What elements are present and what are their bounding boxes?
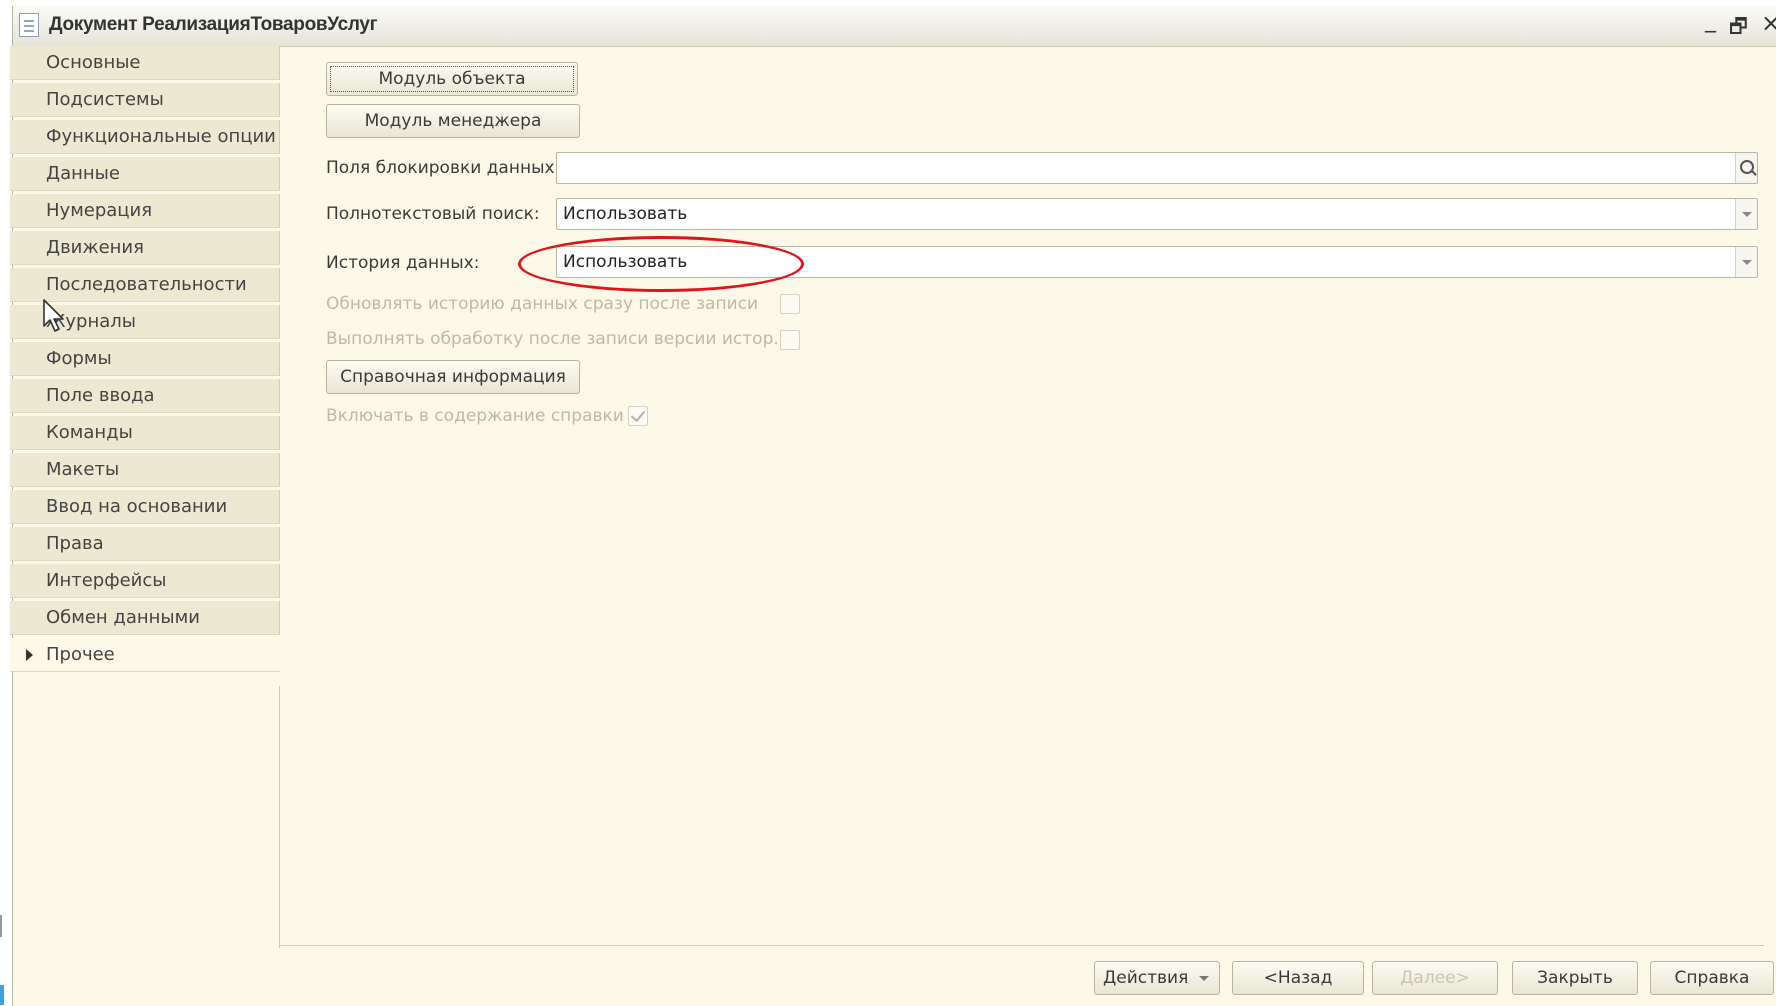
minimize-icon[interactable]: _ [1705,8,1716,33]
next-button[interactable]: Далее> [1372,961,1498,995]
sidebar-item-subsystems[interactable]: Подсистемы [10,83,280,117]
sidebar-item-interfaces[interactable]: Интерфейсы [10,564,280,598]
help-info-button[interactable]: Справочная информация [326,360,580,394]
content-divider [280,945,1764,946]
chevron-down-icon[interactable] [1735,247,1757,277]
edge-artifact [0,915,2,937]
process-after-write-label: Выполнять обработку после записи версии … [326,329,790,349]
triangle-right-icon [26,649,33,661]
manager-module-button[interactable]: Модуль менеджера [326,104,580,138]
include-in-help-checkbox[interactable] [628,406,648,426]
sidebar-item-commands[interactable]: Команды [10,416,280,450]
update-history-checkbox[interactable] [780,294,800,314]
restore-icon[interactable]: 🗗 [1729,12,1748,46]
sidebar-item-main[interactable]: Основные [10,46,280,80]
title-bar: Документ РеализацияТоваровУслуг _ 🗗 × [13,6,1776,47]
sidebar-item-sequences[interactable]: Последовательности [10,268,280,302]
close-button[interactable]: Закрыть [1512,961,1638,995]
sidebar-item-forms[interactable]: Формы [10,342,280,376]
close-icon[interactable]: × [1761,9,1776,37]
sidebar-item-input-field[interactable]: Поле ввода [10,379,280,413]
sidebar-item-templates[interactable]: Макеты [10,453,280,487]
window-title: Документ РеализацияТоваровУслуг [49,14,378,35]
actions-button[interactable]: Действия [1094,961,1220,995]
object-module-button[interactable]: Модуль объекта [326,62,578,96]
edge-artifact-blue [0,985,4,1005]
lock-fields-input[interactable] [556,152,1758,184]
lock-fields-label: Поля блокировки данных: [326,158,561,178]
chevron-down-icon[interactable] [1735,199,1757,229]
sidebar-item-data-exchange[interactable]: Обмен данными [10,601,280,635]
sidebar-item-numbering[interactable]: Нумерация [10,194,280,228]
sidebar-item-rights[interactable]: Права [10,527,280,561]
mouse-cursor-icon [43,299,64,332]
sidebar-filler [10,686,280,948]
sidebar-item-other[interactable]: Прочее [10,638,280,672]
document-icon [19,13,39,37]
fulltext-search-label: Полнотекстовый поиск: [326,204,540,224]
sidebar-nav: Основные Подсистемы Функциональные опции… [10,46,280,682]
help-button[interactable]: Справка [1650,961,1774,995]
update-history-label: Обновлять историю данных сразу после зап… [326,294,759,314]
back-button[interactable]: <Назад [1232,961,1364,995]
data-history-select[interactable]: Использовать [556,246,1758,278]
chevron-down-icon [1199,976,1209,981]
fulltext-search-select[interactable]: Использовать [556,198,1758,230]
sidebar-item-based-on[interactable]: Ввод на основании [10,490,280,524]
sidebar-item-data[interactable]: Данные [10,157,280,191]
checkmark-icon [630,406,646,423]
include-in-help-label: Включать в содержание справки [326,406,624,426]
sidebar-item-movements[interactable]: Движения [10,231,280,265]
search-icon[interactable] [1735,153,1757,183]
process-after-write-checkbox[interactable] [780,330,800,350]
data-history-label: История данных: [326,253,480,273]
sidebar-item-functional-options[interactable]: Функциональные опции [10,120,280,154]
